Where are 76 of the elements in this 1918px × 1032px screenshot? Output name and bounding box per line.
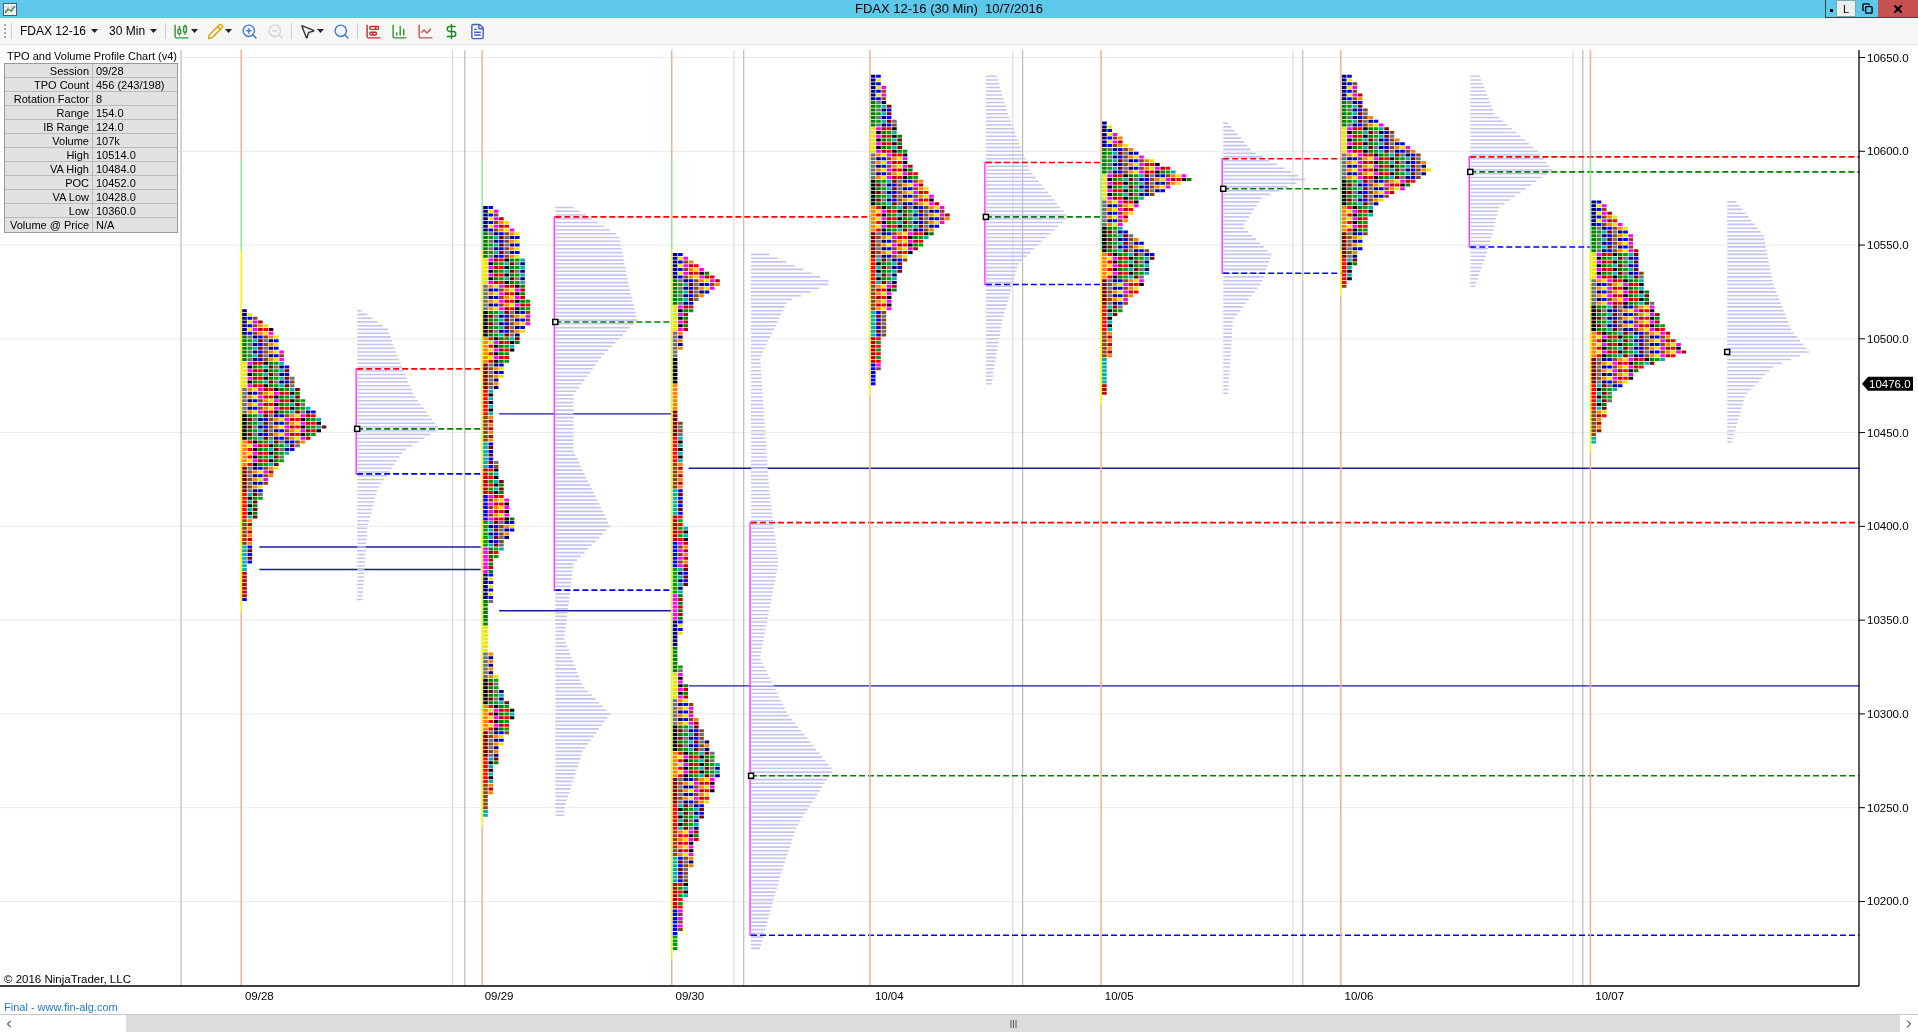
price-label: 10550.0 (1867, 239, 1909, 252)
info-label: Range (5, 106, 93, 119)
info-value: 10360.0 (95, 204, 136, 217)
price-label: 10250.0 (1867, 801, 1909, 814)
info-label: Volume @ Price (5, 218, 93, 232)
date-label: 10/06 (1344, 990, 1374, 1000)
price-label: 10200.0 (1867, 895, 1909, 908)
date-label: 10/05 (1104, 990, 1134, 1000)
info-label: TPO Count (5, 78, 93, 91)
info-label: Low (5, 204, 93, 217)
info-value: 154.0 (95, 106, 124, 119)
minimize-icon[interactable] (1829, 9, 1833, 12)
caret-icon (225, 29, 233, 33)
zoom-out-icon (267, 22, 285, 40)
info-panel-title: TPO and Volume Profile Chart (v4) (4, 50, 178, 63)
close-icon (1892, 2, 1904, 15)
poc-marker (747, 772, 755, 780)
grip-icon (1009, 1019, 1017, 1028)
info-value: 10514.0 (95, 148, 136, 161)
window-button[interactable]: L (1836, 0, 1856, 17)
info-label: Session (5, 64, 93, 77)
price-label: 10300.0 (1867, 707, 1909, 720)
footer-link[interactable]: Final - www.fin-alg.com (4, 1000, 118, 1014)
interval-dropdown[interactable]: 30 Min (106, 22, 161, 40)
caret-icon (191, 29, 199, 33)
price-label: 10350.0 (1867, 614, 1909, 627)
info-value: N/A (95, 218, 115, 232)
poc-marker (1219, 185, 1227, 193)
info-label: Volume (5, 134, 93, 147)
window-title: FDAX 12-16 (30 Min) 10/7/2016 (855, 0, 1043, 18)
info-value: 124.0 (95, 120, 124, 133)
current-price-tag: 10476.0 (1862, 376, 1913, 391)
price-label: 10400.0 (1867, 520, 1909, 533)
price-label: 10600.0 (1867, 145, 1909, 158)
info-label: POC (5, 176, 93, 189)
date-label: 09/30 (675, 990, 705, 1000)
info-value: 10428.0 (95, 190, 136, 203)
caret-icon (91, 29, 99, 33)
pointer-icon (299, 22, 317, 40)
info-value: 09/28 (95, 64, 124, 77)
search-icon (333, 22, 351, 40)
info-label: High (5, 148, 93, 161)
info-label: IB Range (5, 120, 93, 133)
poc-marker (353, 425, 361, 433)
caret-icon (150, 29, 158, 33)
caret-icon (317, 29, 325, 33)
bar-chart-icon (391, 22, 409, 40)
price-label: 10450.0 (1867, 426, 1909, 439)
date-label: 10/04 (874, 990, 904, 1000)
date-label: 10/07 (1595, 990, 1625, 1000)
info-value: 10452.0 (95, 176, 136, 189)
line-chart-icon (417, 22, 435, 40)
zoom-in-icon (241, 22, 259, 40)
info-value: 456 (243/198) (95, 78, 165, 91)
poc-marker (982, 213, 990, 221)
poc-marker (1723, 348, 1731, 356)
info-label: VA High (5, 162, 93, 175)
price-label: 10650.0 (1867, 51, 1909, 64)
date-label: 09/29 (484, 990, 514, 1000)
poc-marker (1467, 168, 1474, 176)
price-label: 10500.0 (1867, 332, 1909, 345)
info-label: VA Low (5, 190, 93, 203)
info-value: 107k (95, 134, 120, 147)
copyright-text: © 2016 NinjaTrader, LLC (4, 973, 131, 985)
app-icon (3, 2, 17, 16)
date-label: 09/28 (244, 990, 274, 1000)
poc-marker (552, 318, 559, 326)
close-button[interactable] (1878, 0, 1918, 17)
pencil-icon (207, 22, 225, 40)
info-value: 8 (95, 92, 103, 105)
candlestick-icon (173, 22, 191, 40)
info-label: Rotation Factor (5, 92, 93, 105)
document-icon (469, 22, 487, 40)
stacked-bars-icon (365, 22, 383, 40)
instrument-dropdown[interactable]: FDAX 12-16 (17, 22, 102, 40)
info-value: 10484.0 (95, 162, 136, 175)
